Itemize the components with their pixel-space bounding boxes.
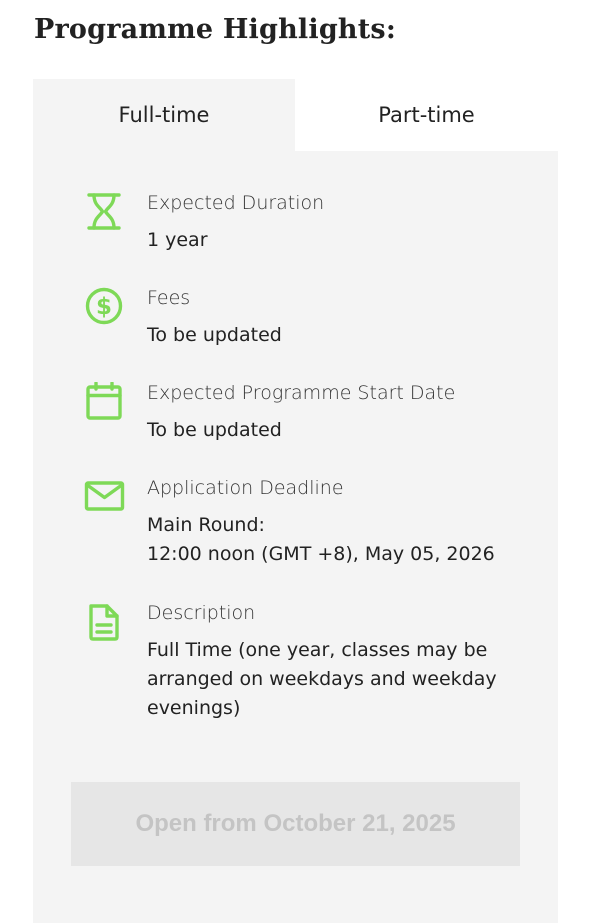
envelope-icon: [84, 481, 125, 511]
tab-part-time[interactable]: Part-time: [295, 79, 558, 151]
description-line: Full Time (one year, classes may be: [147, 639, 488, 661]
hourglass-icon: [87, 193, 121, 230]
apply-button[interactable]: Open from October 21, 2025: [71, 782, 520, 866]
fees-label: Fees: [147, 287, 191, 309]
deadline-label: Application Deadline: [147, 477, 344, 499]
description-line: arranged on weekdays and weekday: [147, 668, 497, 690]
highlights-panel: Expected Duration 1 year $ Fees To be up…: [33, 151, 558, 923]
description-value: Full Time (one year, classes may be arra…: [147, 636, 517, 723]
start-date-label: Expected Programme Start Date: [147, 382, 456, 404]
description-line: evenings): [147, 697, 241, 719]
duration-value: 1 year: [147, 229, 208, 251]
fees-value: To be updated: [147, 324, 282, 346]
description-label: Description: [147, 602, 256, 624]
tab-bar: Full-time Part-time: [33, 79, 558, 151]
tab-full-time[interactable]: Full-time: [33, 79, 295, 151]
start-date-value: To be updated: [147, 419, 282, 441]
page-title: Programme Highlights:: [34, 14, 396, 45]
deadline-round: Main Round:: [147, 514, 265, 536]
duration-label: Expected Duration: [147, 192, 325, 214]
dollar-icon: $: [85, 287, 123, 325]
calendar-icon: [86, 382, 122, 420]
deadline-value: Main Round: 12:00 noon (GMT +8), May 05,…: [147, 511, 495, 569]
document-icon: [89, 604, 119, 641]
svg-text:$: $: [96, 294, 112, 320]
deadline-datetime: 12:00 noon (GMT +8), May 05, 2026: [147, 543, 495, 565]
